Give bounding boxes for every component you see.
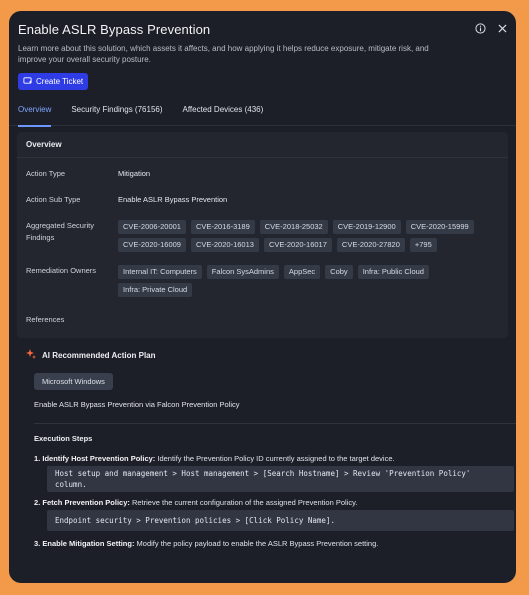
plan-summary: Enable ASLR Bypass Prevention via Falcon…	[34, 400, 240, 409]
tab-security-findings[interactable]: Security Findings (76156)	[71, 104, 162, 126]
create-ticket-label: Create Ticket	[36, 77, 84, 86]
execution-steps-title: Execution Steps	[34, 434, 93, 443]
remediation-owners-chips: Internal IT: Computers Falcon SysAdmins …	[118, 265, 499, 297]
step-text: Identify the Prevention Policy ID curren…	[155, 454, 395, 463]
sparkle-icon	[26, 349, 36, 361]
step-number: 1.	[34, 454, 41, 463]
os-filter-button[interactable]: Microsoft Windows	[34, 373, 113, 390]
finding-chip[interactable]: CVE-2020-27820	[336, 238, 405, 252]
finding-chip[interactable]: CVE-2020-16013	[190, 238, 259, 252]
ticket-icon	[23, 76, 32, 87]
close-icon[interactable]	[496, 22, 508, 34]
more-findings-chip[interactable]: +795	[409, 238, 437, 252]
action-type-value: Mitigation	[118, 169, 151, 178]
tab-bar: Overview Security Findings (76156) Affec…	[9, 104, 516, 127]
owner-chip[interactable]: Infra: Public Cloud	[357, 265, 429, 279]
step-heading: Fetch Prevention Policy:	[42, 498, 130, 507]
step-item: 1. Identify Host Prevention Policy: Iden…	[17, 453, 508, 464]
create-ticket-button[interactable]: Create Ticket	[18, 73, 89, 90]
references-row: References	[17, 314, 508, 338]
owner-chip[interactable]: Internal IT: Computers	[118, 265, 202, 279]
ai-plan-title: AI Recommended Action Plan	[42, 350, 156, 360]
code-block: Endpoint security > Prevention policies …	[47, 510, 514, 531]
action-sub-type-value: Enable ASLR Bypass Prevention	[118, 195, 228, 204]
finding-chip[interactable]: CVE-2019-12900	[332, 220, 401, 234]
divider	[34, 423, 516, 424]
info-icon[interactable]	[474, 22, 486, 34]
owner-chip[interactable]: Infra: Private Cloud	[118, 283, 193, 297]
finding-chip[interactable]: CVE-2020-15999	[405, 220, 474, 234]
owner-chip[interactable]: Coby	[325, 265, 353, 279]
step-text: Modify the policy payload to enable the …	[134, 539, 379, 548]
finding-chip[interactable]: CVE-2018-25032	[259, 220, 328, 234]
code-block: Host setup and management > Host managem…	[47, 466, 514, 492]
action-sub-type-label: Action Sub Type	[26, 195, 81, 204]
step-text: Retrieve the current configuration of th…	[129, 498, 358, 507]
owner-chip[interactable]: Falcon SysAdmins	[206, 265, 279, 279]
aggregated-findings-label: Aggregated Security Findings	[26, 221, 94, 242]
overview-title: Overview	[17, 132, 508, 158]
step-item: 2. Fetch Prevention Policy: Retrieve the…	[17, 497, 508, 508]
finding-chip[interactable]: CVE-2016-3189	[190, 220, 255, 234]
tab-overview[interactable]: Overview	[18, 104, 52, 127]
remediation-panel: Enable ASLR Bypass Prevention Learn more…	[9, 11, 516, 583]
finding-chip[interactable]: CVE-2020-16017	[263, 238, 332, 252]
aggregated-findings-row: Aggregated Security Findings CVE-2006-20…	[17, 220, 508, 252]
panel-description: Learn more about this solution, which as…	[18, 44, 429, 64]
finding-chip[interactable]: CVE-2020-16009	[118, 238, 186, 252]
remediation-owners-row: Remediation Owners Internal IT: Computer…	[17, 265, 508, 297]
finding-chip[interactable]: CVE-2006-20001	[118, 220, 186, 234]
owner-chip[interactable]: AppSec	[283, 265, 321, 279]
page-title: Enable ASLR Bypass Prevention	[18, 22, 211, 37]
action-type-row: Action Type Mitigation	[17, 168, 508, 180]
references-label: References	[26, 315, 65, 324]
ai-plan-section: AI Recommended Action Plan Microsoft Win…	[17, 338, 516, 549]
tab-affected-devices[interactable]: Affected Devices (436)	[183, 104, 264, 126]
overview-card: Overview Action Type Mitigation Action S…	[17, 132, 508, 338]
step-number: 2.	[34, 498, 41, 507]
remediation-owners-label: Remediation Owners	[26, 266, 97, 275]
step-heading: Identify Host Prevention Policy:	[42, 454, 156, 463]
panel-header: Enable ASLR Bypass Prevention Learn more…	[9, 11, 516, 90]
action-sub-type-row: Action Sub Type Enable ASLR Bypass Preve…	[17, 194, 508, 206]
step-item: 3. Enable Mitigation Setting: Modify the…	[17, 538, 508, 549]
step-number: 3.	[34, 539, 41, 548]
action-type-label: Action Type	[26, 169, 66, 178]
aggregated-findings-chips: CVE-2006-20001 CVE-2016-3189 CVE-2018-25…	[118, 220, 499, 252]
step-heading: Enable Mitigation Setting:	[42, 539, 135, 548]
ai-plan-header: AI Recommended Action Plan	[17, 338, 508, 371]
